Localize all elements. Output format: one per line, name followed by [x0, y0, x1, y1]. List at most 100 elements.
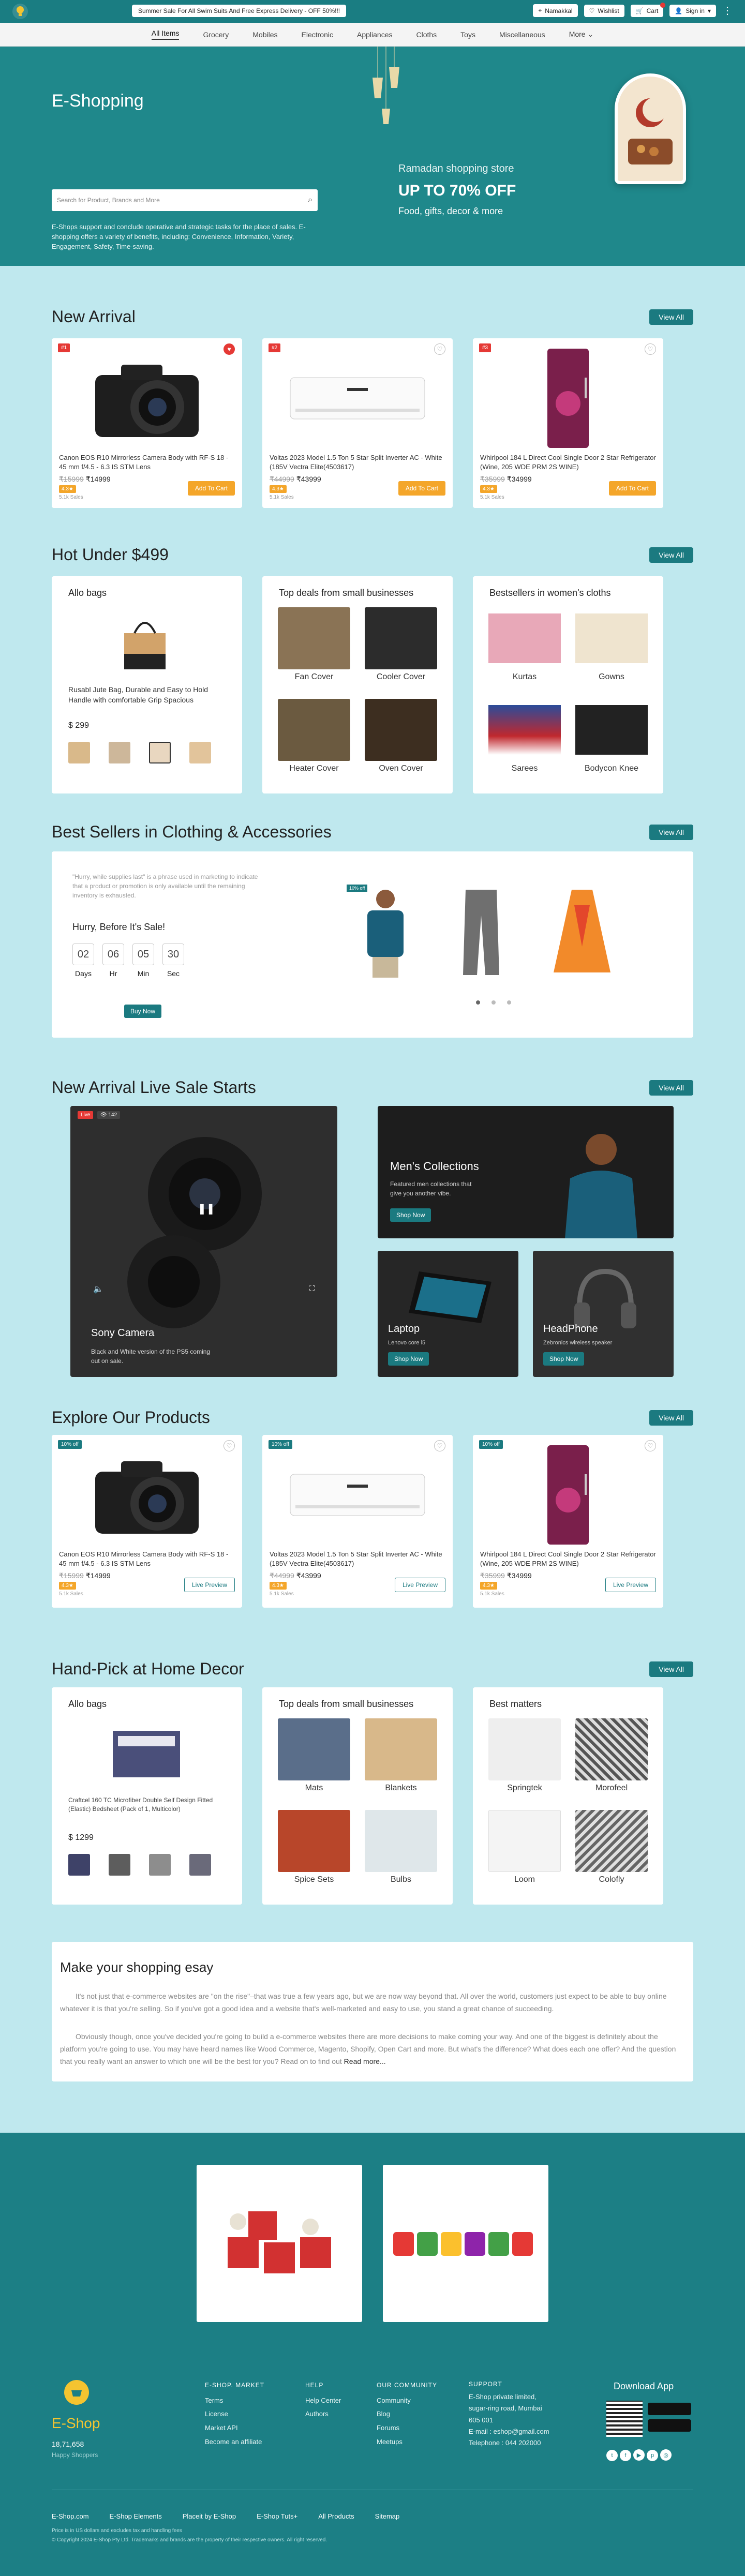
deal-item[interactable]: Spice Sets	[276, 1810, 352, 1896]
volume-icon[interactable]: 🔈	[93, 1284, 103, 1294]
carousel-item[interactable]: 10% off	[347, 885, 424, 978]
footer-brand[interactable]: E-Shop	[52, 2415, 100, 2432]
product-title[interactable]: Whirlpool 184 L Direct Cool Single Door …	[480, 1550, 656, 1568]
mens-collection-card[interactable]: Men's Collections Featured men collectio…	[378, 1106, 674, 1238]
shop-now-button[interactable]: Shop Now	[388, 1352, 429, 1366]
thumbnail[interactable]	[109, 1854, 130, 1876]
product-card[interactable]: 10% off ♡ Voltas 2023 Model 1.5 Ton 5 St…	[262, 1435, 453, 1608]
video-card[interactable]: Live 👁 142 ❚❚ 🔈 ⛶ Sony Camera Black and …	[70, 1106, 337, 1377]
product-title[interactable]: Rusabl Jute Bag, Durable and Easy to Hol…	[68, 685, 224, 705]
nav-miscellaneous[interactable]: Miscellaneous	[499, 31, 545, 39]
shop-now-button[interactable]: Shop Now	[543, 1352, 585, 1366]
nav-all-items[interactable]: All Items	[151, 29, 180, 40]
women-cloths-card[interactable]: Bestsellers in women's cloths Kurtas Gow…	[473, 576, 663, 793]
view-all-button[interactable]: View All	[649, 547, 693, 563]
small-business-card[interactable]: Top deals from small businesses Fan Cove…	[262, 576, 453, 793]
live-preview-button[interactable]: Live Preview	[184, 1578, 235, 1592]
view-all-button[interactable]: View All	[649, 1080, 693, 1096]
add-to-cart-button[interactable]: Add To Cart	[608, 481, 656, 496]
shop-now-button[interactable]: Shop Now	[390, 1208, 431, 1222]
view-all-button[interactable]: View All	[649, 824, 693, 840]
deal-item[interactable]: Loom	[486, 1810, 563, 1896]
thumbnail[interactable]	[149, 1854, 171, 1876]
nav-toys[interactable]: Toys	[460, 31, 475, 39]
search-input[interactable]: Search for Product, Brands and More ⌕	[52, 189, 318, 211]
product-card[interactable]: 10% off ♡ Whirlpool 184 L Direct Cool Si…	[473, 1435, 663, 1608]
deal-item[interactable]: Bodycon Knee	[573, 699, 650, 785]
ramadan-promo[interactable]: Ramadan shopping store UP TO 70% OFF Foo…	[398, 163, 516, 217]
deal-item[interactable]: Springtek	[486, 1718, 563, 1805]
add-to-cart-button[interactable]: Add To Cart	[398, 481, 445, 496]
heart-icon[interactable]: ♡	[434, 1440, 445, 1451]
live-preview-button[interactable]: Live Preview	[605, 1578, 656, 1592]
wishlist-button[interactable]: ♡ Wishlist	[584, 4, 624, 17]
product-title[interactable]: Canon EOS R10 Mirrorless Camera Body wit…	[59, 453, 235, 472]
nav-appliances[interactable]: Appliances	[357, 31, 393, 39]
deal-item[interactable]: Fan Cover	[276, 607, 352, 694]
vertical-dots-icon[interactable]: ⋮	[722, 6, 733, 16]
view-all-button[interactable]: View All	[649, 309, 693, 325]
mattress-card[interactable]: Best matters Springtek Morofeel Loom Col…	[473, 1687, 663, 1905]
facebook-icon[interactable]: f	[620, 2449, 631, 2461]
product-card[interactable]: #3 ♡ Whirlpool 184 L Direct Cool Single …	[473, 338, 663, 508]
nav-mobiles[interactable]: Mobiles	[252, 31, 277, 39]
deal-item[interactable]: Sarees	[486, 699, 563, 785]
cart-button[interactable]: 🛒 Cart	[630, 2, 666, 17]
heart-icon[interactable]: ♡	[645, 343, 656, 355]
instagram-icon[interactable]: ◎	[660, 2449, 672, 2461]
product-title[interactable]: Voltas 2023 Model 1.5 Ton 5 Star Split I…	[270, 453, 445, 472]
google-play-badge[interactable]	[648, 2403, 691, 2415]
twitter-icon[interactable]: t	[606, 2449, 618, 2461]
deal-item[interactable]: Colofly	[573, 1810, 650, 1896]
nav-grocery[interactable]: Grocery	[203, 31, 229, 39]
deal-item[interactable]: Oven Cover	[363, 699, 439, 785]
laptop-card[interactable]: Laptop Lenovo core i5 Shop Now	[378, 1251, 518, 1377]
view-all-button[interactable]: View All	[649, 1661, 693, 1677]
product-card[interactable]: 10% off ♡ Canon EOS R10 Mirrorless Camer…	[52, 1435, 242, 1608]
app-store-badge[interactable]	[648, 2419, 691, 2432]
deal-item[interactable]: Morofeel	[573, 1718, 650, 1805]
read-more-link[interactable]: Read more...	[344, 2057, 386, 2065]
product-title[interactable]: Whirlpool 184 L Direct Cool Single Door …	[480, 453, 656, 472]
brand-logo[interactable]	[12, 4, 28, 19]
product-title[interactable]: Voltas 2023 Model 1.5 Ton 5 Star Split I…	[270, 1550, 445, 1568]
product-card[interactable]: #2 ♡ Voltas 2023 Model 1.5 Ton 5 Star Sp…	[262, 338, 453, 508]
buy-now-button[interactable]: Buy Now	[124, 1005, 162, 1018]
thumbnail[interactable]	[189, 742, 211, 763]
thumbnail[interactable]	[68, 1854, 90, 1876]
carousel-item[interactable]	[450, 885, 512, 978]
heart-icon[interactable]: ♥	[224, 343, 235, 355]
view-all-button[interactable]: View All	[649, 1410, 693, 1426]
add-to-cart-button[interactable]: Add To Cart	[187, 481, 235, 496]
allo-bags-card[interactable]: Allo bags Rusabl Jute Bag, Durable and E…	[52, 576, 242, 793]
headphone-card[interactable]: HeadPhone Zebronics wireless speaker Sho…	[533, 1251, 674, 1377]
brand-logo-icon[interactable]	[61, 2379, 92, 2412]
thumbnail-selected[interactable]	[149, 742, 171, 763]
signin-button[interactable]: 👤 Sign in ▾	[669, 4, 716, 17]
carousel-item[interactable]	[543, 885, 621, 978]
deal-item[interactable]: Bulbs	[363, 1810, 439, 1896]
deal-item[interactable]: Blankets	[363, 1718, 439, 1805]
heart-icon[interactable]: ♡	[645, 1440, 656, 1451]
nav-more[interactable]: More ⌄	[569, 30, 594, 39]
deal-item[interactable]: Gowns	[573, 607, 650, 694]
product-card[interactable]: #1 ♥ Canon EOS R10 Mirrorless Camera Bod…	[52, 338, 242, 508]
pinterest-icon[interactable]: p	[647, 2449, 658, 2461]
fullscreen-icon[interactable]: ⛶	[309, 1284, 315, 1293]
live-preview-button[interactable]: Live Preview	[394, 1578, 445, 1592]
heart-icon[interactable]: ♡	[224, 1440, 235, 1451]
deal-item[interactable]: Cooler Cover	[363, 607, 439, 694]
thumbnail[interactable]	[68, 742, 90, 763]
nav-electronic[interactable]: Electronic	[302, 31, 333, 39]
deal-item[interactable]: Mats	[276, 1718, 352, 1805]
heart-icon[interactable]: ♡	[434, 343, 445, 355]
pause-icon[interactable]: ❚❚	[198, 1202, 215, 1215]
product-title[interactable]: Craftcel 160 TC Microfiber Double Self D…	[68, 1796, 224, 1814]
home-deals-card[interactable]: Top deals from small businesses Mats Bla…	[262, 1687, 453, 1905]
search-icon[interactable]: ⌕	[308, 196, 312, 205]
promo-banner[interactable]: Summer Sale For All Swim Suits And Free …	[132, 5, 347, 17]
youtube-icon[interactable]: ▶	[633, 2449, 645, 2461]
carousel-dots[interactable]	[476, 1000, 511, 1005]
deal-item[interactable]: Kurtas	[486, 607, 563, 694]
qr-code[interactable]	[606, 2401, 643, 2437]
